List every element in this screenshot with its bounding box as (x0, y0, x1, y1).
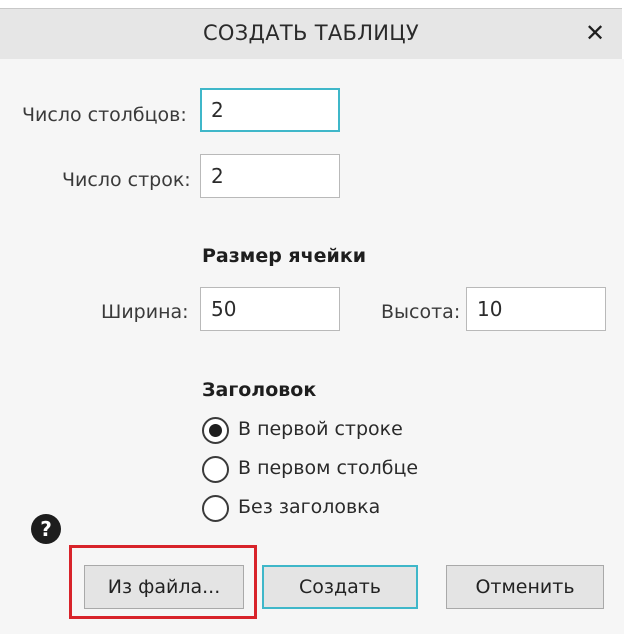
title-bar[interactable]: СОЗДАТЬ ТАБЛИЦУ ✕ (0, 8, 622, 60)
help-icon[interactable]: ? (31, 514, 61, 544)
height-field[interactable] (466, 287, 606, 331)
columns-label: Число столбцов: (22, 104, 187, 126)
cell-size-heading: Размер ячейки (202, 245, 367, 267)
create-button[interactable]: Создать (262, 565, 418, 609)
radio-button[interactable] (202, 495, 229, 522)
annotation-highlight-box (69, 545, 257, 619)
radio-label: В первом столбце (238, 457, 419, 479)
radio-selected-dot (209, 424, 222, 437)
header-heading: Заголовок (202, 379, 317, 401)
width-field[interactable] (200, 287, 340, 331)
radio-label: В первой строке (238, 418, 403, 440)
radio-label: Без заголовка (238, 496, 381, 518)
columns-field[interactable] (200, 88, 340, 132)
height-label: Высота: (381, 301, 461, 323)
radio-button[interactable] (202, 456, 229, 483)
radio-button[interactable] (202, 417, 229, 444)
cancel-button[interactable]: Отменить (446, 565, 604, 609)
close-icon[interactable]: ✕ (582, 18, 608, 48)
width-label: Ширина: (101, 301, 189, 323)
create-table-dialog: СОЗДАТЬ ТАБЛИЦУ ✕ Число столбцов: Число … (0, 0, 624, 634)
dialog-title: СОЗДАТЬ ТАБЛИЦУ (202, 21, 420, 45)
rows-field[interactable] (200, 154, 340, 198)
rows-label: Число строк: (62, 169, 191, 191)
